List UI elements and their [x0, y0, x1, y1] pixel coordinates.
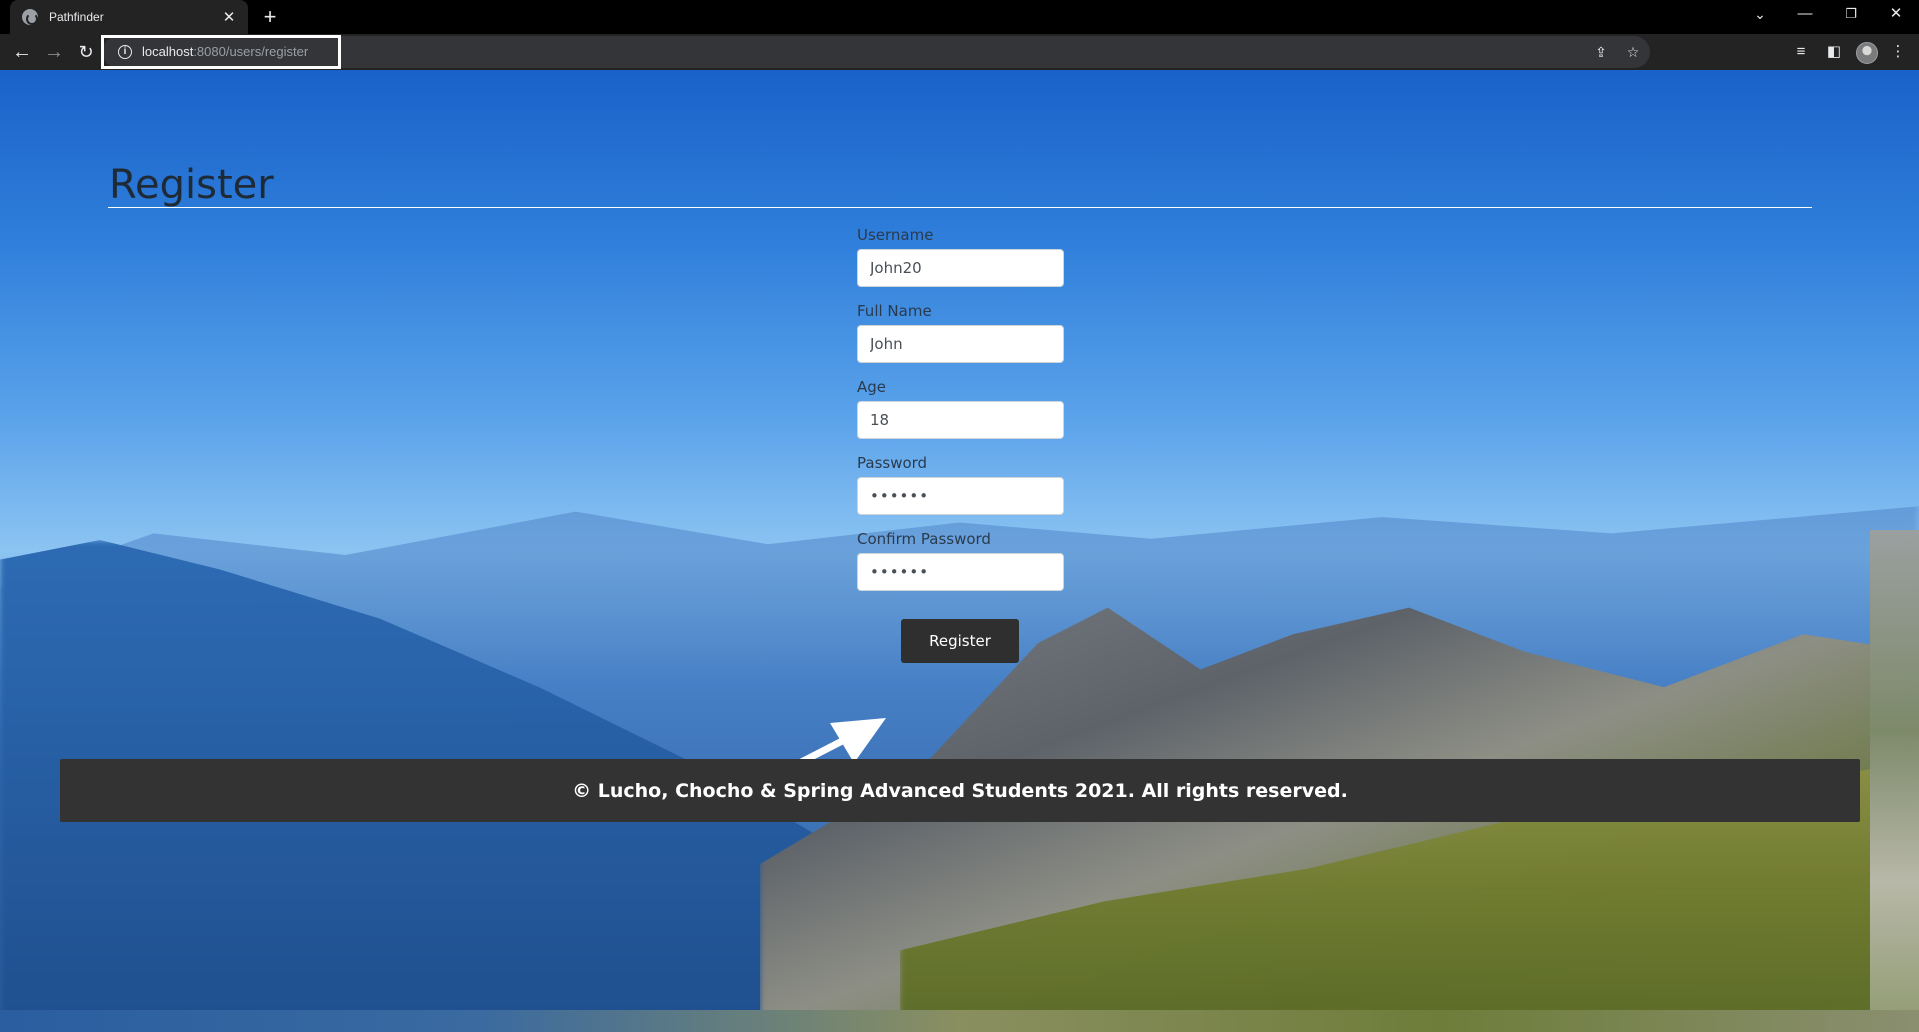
title-divider	[108, 207, 1812, 208]
share-icon[interactable]: ⇪	[1591, 42, 1611, 62]
register-button[interactable]: Register	[901, 619, 1019, 663]
profile-avatar[interactable]	[1856, 42, 1878, 64]
tab-search-chevron-icon[interactable]: ⌄	[1737, 0, 1783, 30]
url-path: :8080/users/register	[193, 44, 309, 59]
kebab-menu-icon[interactable]: ⋮	[1887, 42, 1909, 62]
tab-close-icon[interactable]: ✕	[220, 8, 238, 26]
media-control-icon[interactable]: ≡	[1790, 42, 1812, 62]
star-icon[interactable]: ☆	[1623, 42, 1643, 62]
username-input[interactable]	[857, 249, 1064, 287]
confirm-password-input[interactable]	[857, 553, 1064, 591]
full-name-input[interactable]	[857, 325, 1064, 363]
back-arrow-icon[interactable]: ←	[8, 38, 36, 66]
site-info-icon[interactable]: i	[118, 45, 132, 59]
forward-arrow-icon[interactable]: →	[40, 38, 68, 66]
browser-tab[interactable]: Pathfinder ✕	[10, 0, 248, 34]
page-viewport: Register Username Full Name Age Password…	[0, 70, 1919, 1032]
reload-icon[interactable]: ↻	[72, 38, 100, 66]
age-label: Age	[857, 378, 887, 396]
background-bottom-edge	[0, 1010, 1919, 1032]
url-host: localhost	[142, 44, 194, 59]
full-name-label: Full Name	[857, 302, 932, 320]
confirm-password-label: Confirm Password	[857, 530, 991, 548]
browser-toolbar: ← → ↻ i localhost:8080/users/register ⇪ …	[0, 34, 1919, 70]
globe-favicon-icon	[22, 9, 38, 25]
url-text[interactable]: localhost:8080/users/register	[142, 44, 308, 59]
side-panel-icon[interactable]: ◧	[1823, 42, 1845, 62]
page-footer: © Lucho, Chocho & Spring Advanced Studen…	[60, 759, 1860, 822]
password-label: Password	[857, 454, 928, 472]
close-window-button[interactable]: ✕	[1873, 0, 1919, 30]
password-input[interactable]	[857, 477, 1064, 515]
minimize-button[interactable]: —	[1782, 0, 1828, 30]
username-label: Username	[857, 226, 934, 244]
new-tab-button[interactable]: +	[256, 4, 284, 30]
tab-strip: Pathfinder ✕ + ⌄ — ❐ ✕	[0, 0, 1919, 34]
footer-copyright: © Lucho, Chocho & Spring Advanced Studen…	[572, 779, 1348, 802]
age-input[interactable]	[857, 401, 1064, 439]
restore-button[interactable]: ❐	[1828, 0, 1874, 30]
background-right-edge	[1870, 530, 1919, 1032]
tab-title: Pathfinder	[49, 10, 104, 24]
page-title: Register	[109, 162, 274, 208]
